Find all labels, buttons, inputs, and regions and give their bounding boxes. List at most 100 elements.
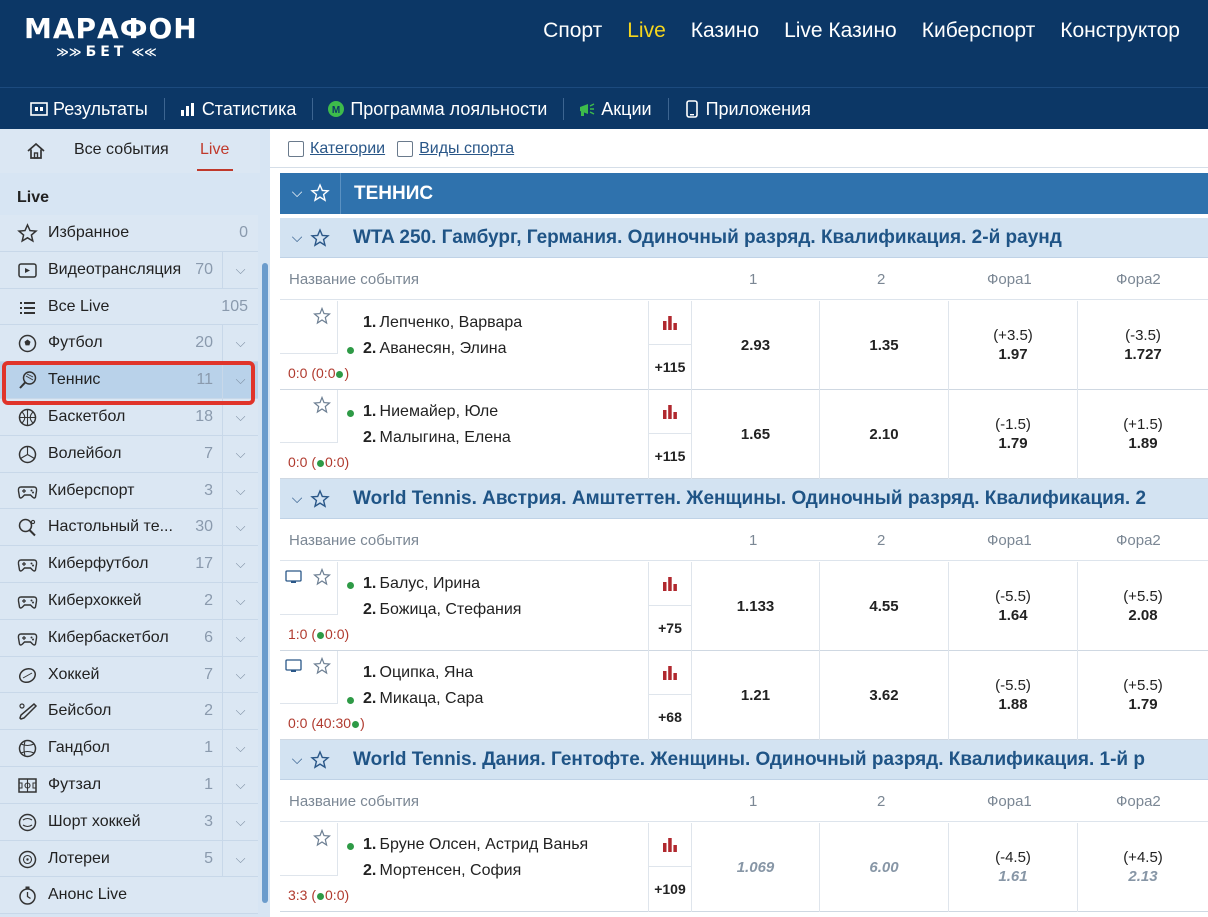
odd-win2[interactable]: 6.00 [819, 823, 948, 912]
chevron-down-icon[interactable]: ⌵ [288, 490, 306, 508]
sidebar-item[interactable]: Футзал 1 ⌵ [0, 766, 258, 804]
star-icon[interactable] [312, 567, 332, 586]
player-2[interactable]: 2. Мортенсен, София [344, 862, 521, 880]
more-markets-button[interactable]: +109 [648, 867, 691, 912]
sidebar-item[interactable]: Волейбол 7 ⌵ [0, 435, 258, 473]
sidebar-item[interactable]: Кибербаскетбол 6 ⌵ [0, 619, 258, 657]
nav-constructor[interactable]: Конструктор [1060, 18, 1180, 44]
statistics-button[interactable] [648, 651, 691, 695]
player-2[interactable]: 2. Аванесян, Элина [344, 340, 507, 358]
star-icon[interactable] [310, 750, 330, 770]
star-icon[interactable] [312, 828, 332, 847]
sidebar-item[interactable]: Киберфутбол 17 ⌵ [0, 546, 258, 583]
statistics-button[interactable] [648, 390, 691, 434]
chevron-down-icon[interactable]: ⌵ [222, 251, 258, 288]
odd-win1[interactable]: 1.133 [691, 562, 819, 651]
star-icon[interactable] [310, 183, 330, 203]
odd-win1[interactable]: 1.21 [691, 651, 819, 740]
statistics-button[interactable] [648, 823, 691, 867]
logo[interactable]: МАРАФОН ≫≫ БЕТ ≪≪ [24, 14, 197, 66]
player-1[interactable]: 1. Бруне Олсен, Астрид Ванья [344, 836, 588, 854]
chevron-down-icon[interactable]: ⌵ [222, 546, 258, 583]
sidebar-scrollbar[interactable] [262, 263, 268, 903]
chevron-down-icon[interactable]: ⌵ [222, 840, 258, 877]
odd-handicap2[interactable]: (-3.5) 1.727 [1077, 301, 1208, 390]
nav-casino[interactable]: Казино [691, 18, 759, 44]
odd-win1[interactable]: 1.069 [691, 823, 819, 912]
nav-live[interactable]: Live [627, 18, 666, 44]
nav-live-casino[interactable]: Live Казино [784, 18, 897, 44]
more-markets-button[interactable]: +68 [648, 695, 691, 740]
statistics-button[interactable] [648, 562, 691, 606]
star-icon[interactable] [312, 306, 332, 325]
odd-win1[interactable]: 2.93 [691, 301, 819, 390]
event-row[interactable]: 1. Лепченко, Варвара 2. Аванесян, Элина 0:… [280, 301, 1208, 390]
event-row[interactable]: 1. Балус, Ирина 2. Божица, Стефания 1:0 (0… [280, 562, 1208, 651]
player-2[interactable]: 2. Божица, Стефания [344, 601, 521, 619]
chevron-down-icon[interactable]: ⌵ [222, 803, 258, 840]
sidebar-item[interactable]: Шорт хоккей 3 ⌵ [0, 803, 258, 841]
tv-icon[interactable] [285, 570, 302, 584]
chevron-down-icon[interactable]: ⌵ [222, 582, 258, 619]
player-1[interactable]: 1. Лепченко, Варвара [344, 314, 522, 332]
statistics-button[interactable] [648, 301, 691, 345]
star-icon[interactable] [312, 656, 332, 675]
sidebar-item[interactable]: Бейсбол 2 ⌵ [0, 693, 258, 731]
more-markets-button[interactable]: +115 [648, 434, 691, 479]
player-2[interactable]: 2. Малыгина, Елена [344, 429, 511, 447]
sidebar-item[interactable]: Настольный те... 30 ⌵ [0, 509, 258, 547]
odd-win2[interactable]: 2.10 [819, 390, 948, 479]
star-icon[interactable] [310, 489, 330, 509]
chevron-down-icon[interactable]: ⌵ [222, 435, 258, 472]
odd-handicap1[interactable]: (-5.5) 1.64 [948, 562, 1077, 651]
player-1[interactable]: 1. Оципка, Яна [344, 664, 473, 682]
chevron-down-icon[interactable]: ⌵ [222, 766, 258, 803]
player-2[interactable]: 2. Микаца, Сара [344, 690, 483, 708]
player-1[interactable]: 1. Балус, Ирина [344, 575, 480, 593]
tv-icon[interactable] [285, 659, 302, 673]
home-icon[interactable] [26, 141, 46, 161]
odd-handicap2[interactable]: (+5.5) 1.79 [1077, 651, 1208, 740]
star-icon[interactable] [312, 395, 332, 414]
odd-win2[interactable]: 4.55 [819, 562, 948, 651]
sport-header[interactable]: ⌵ ТЕННИС [280, 173, 1208, 214]
odd-handicap2[interactable]: (+4.5) 2.13 [1077, 823, 1208, 912]
chevron-down-icon[interactable]: ⌵ [288, 184, 306, 202]
subnav-apps[interactable]: Приложения [683, 98, 827, 120]
chevron-down-icon[interactable]: ⌵ [288, 751, 306, 769]
chevron-down-icon[interactable]: ⌵ [222, 656, 258, 693]
tab-live[interactable]: Live [200, 141, 229, 159]
sidebar-item[interactable]: Хоккей 7 ⌵ [0, 656, 258, 694]
subnav-results[interactable]: Результаты [30, 98, 165, 120]
sidebar-item[interactable]: Избранное 0 [0, 215, 258, 252]
odd-handicap2[interactable]: (+5.5) 2.08 [1077, 562, 1208, 651]
nav-esports[interactable]: Киберспорт [922, 18, 1036, 44]
player-1[interactable]: 1. Ниемайер, Юле [344, 403, 498, 421]
chevron-down-icon[interactable]: ⌵ [222, 509, 258, 546]
odd-handicap1[interactable]: (+3.5) 1.97 [948, 301, 1077, 390]
chevron-down-icon[interactable]: ⌵ [222, 730, 258, 767]
odd-win2[interactable]: 1.35 [819, 301, 948, 390]
odd-handicap1[interactable]: (-5.5) 1.88 [948, 651, 1077, 740]
chevron-down-icon[interactable]: ⌵ [222, 325, 258, 362]
sidebar-item[interactable]: Гандбол 1 ⌵ [0, 730, 258, 767]
chevron-down-icon[interactable]: ⌵ [222, 472, 258, 509]
subnav-loyalty[interactable]: М Программа лояльности [327, 98, 565, 120]
tab-all-events[interactable]: Все события [74, 141, 169, 159]
subnav-statistics[interactable]: Статистика [179, 98, 314, 120]
sidebar-item[interactable]: Видеотрансляция 70 ⌵ [0, 251, 258, 289]
event-row[interactable]: 1. Оципка, Яна 2. Микаца, Сара 0:0 (40:30)… [280, 651, 1208, 740]
sidebar-item[interactable]: Лотереи 5 ⌵ [0, 840, 258, 878]
odd-win2[interactable]: 3.62 [819, 651, 948, 740]
odd-handicap1[interactable]: (-4.5) 1.61 [948, 823, 1077, 912]
odd-handicap1[interactable]: (-1.5) 1.79 [948, 390, 1077, 479]
categories-checkbox[interactable] [288, 141, 304, 157]
sidebar-item[interactable]: Киберспорт 3 ⌵ [0, 472, 258, 510]
sports-filter[interactable]: Виды спорта [397, 140, 514, 158]
subnav-promo[interactable]: Акции [578, 98, 669, 120]
nav-sport[interactable]: Спорт [543, 18, 602, 44]
more-markets-button[interactable]: +75 [648, 606, 691, 651]
chevron-down-icon[interactable]: ⌵ [222, 693, 258, 730]
league-header[interactable]: ⌵ World Tennis. Дания. Гентофте. Женщины.… [280, 740, 1208, 780]
more-markets-button[interactable]: +115 [648, 345, 691, 390]
